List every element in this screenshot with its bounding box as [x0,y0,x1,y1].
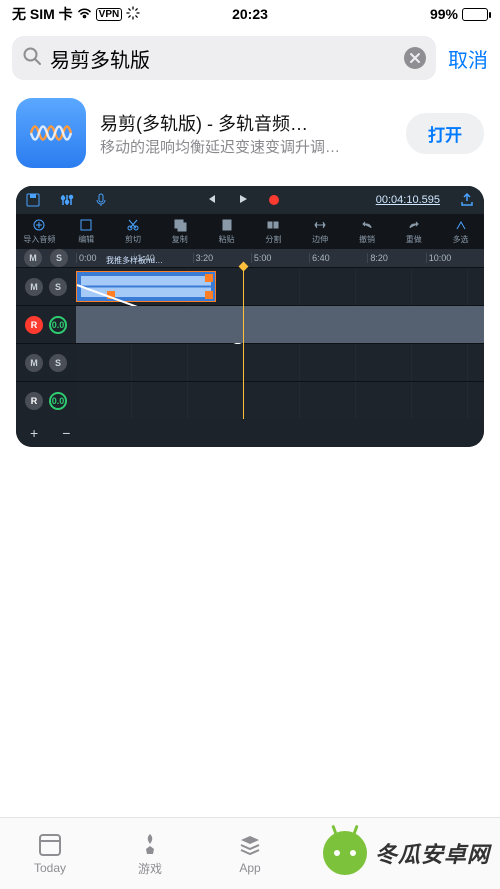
tb2-undo: 撤销 [344,214,391,249]
tb2-import: 导入音频 [16,214,63,249]
app-icon [16,98,86,168]
vpn-badge: VPN [96,8,123,21]
app-result[interactable]: 易剪(多轨版) - 多轨音频… 移动的混响均衡延迟变速变调升调… 打开 [0,88,500,178]
watermark: 冬瓜安卓网 [323,831,490,875]
clear-icon[interactable] [404,47,426,69]
carrier-text: 无 SIM 卡 [12,4,73,24]
preview-toolbar-actions: 导入音频 编辑 剪切 复制 粘贴 分割 边伸 撤销 重做 多选 [16,214,484,249]
prev-icon [205,193,217,208]
tab-games[interactable]: 游戏 [100,818,200,889]
search-field[interactable] [12,36,436,80]
tb2-redo: 重做 [390,214,437,249]
tb2-stretch: 边伸 [297,214,344,249]
audio-clip [76,271,216,302]
remove-track-button: − [62,425,70,441]
mic-icon [94,193,108,207]
track-add-bar: + − [16,419,484,447]
battery-text: 99% [430,6,458,22]
app-subtitle: 移动的混响均衡延迟变速变调升调… [100,136,392,157]
playhead [243,267,244,419]
loading-icon [126,6,140,23]
track-2b: R0.0 [16,381,484,419]
wifi-icon [77,6,92,22]
screenshot-preview[interactable]: 00:04:10.595 导入音频 编辑 剪切 复制 粘贴 分割 边伸 撤销 重… [16,186,484,447]
open-button[interactable]: 打开 [406,113,484,154]
tb2-multi: 多选 [437,214,484,249]
tb2-split: 分割 [250,214,297,249]
search-icon [22,46,42,71]
cancel-button[interactable]: 取消 [448,44,488,73]
tab-apps[interactable]: App [200,818,300,889]
tb2-paste: 粘贴 [203,214,250,249]
track-1: MS 我推多样板nd… [16,267,484,305]
record-icon [269,195,279,205]
tb2-copy: 复制 [156,214,203,249]
watermark-icon [323,831,367,875]
app-title: 易剪(多轨版) - 多轨音频… [100,110,392,136]
tab-today[interactable]: Today [0,818,100,889]
mixer-icon [60,193,74,207]
tb2-edit: 编辑 [63,214,110,249]
solo-button: S [50,249,68,267]
export-icon [460,193,474,207]
mute-button: M [24,249,42,267]
track-2: MS [16,343,484,381]
watermark-text: 冬瓜安卓网 [375,837,490,869]
search-row: 取消 [0,28,500,88]
preview-toolbar-top: 00:04:10.595 [16,186,484,214]
tb2-cut: 剪切 [110,214,157,249]
timeline-ruler: M S 0:00 1:40 3:20 5:00 6:40 8:20 10:00 [16,249,484,267]
clock: 20:23 [232,6,268,22]
status-bar: 无 SIM 卡 VPN 20:23 99% [0,0,500,28]
add-track-button: + [30,425,38,441]
timecode: 00:04:10.595 [376,194,440,206]
track-1b: R0.0 [16,305,484,343]
battery-icon [462,8,488,21]
tracks-area: MS 我推多样板nd… R0.0 MS R0.0 [16,267,484,419]
play-icon [237,193,249,208]
save-icon [26,193,40,207]
search-input[interactable] [50,47,396,70]
